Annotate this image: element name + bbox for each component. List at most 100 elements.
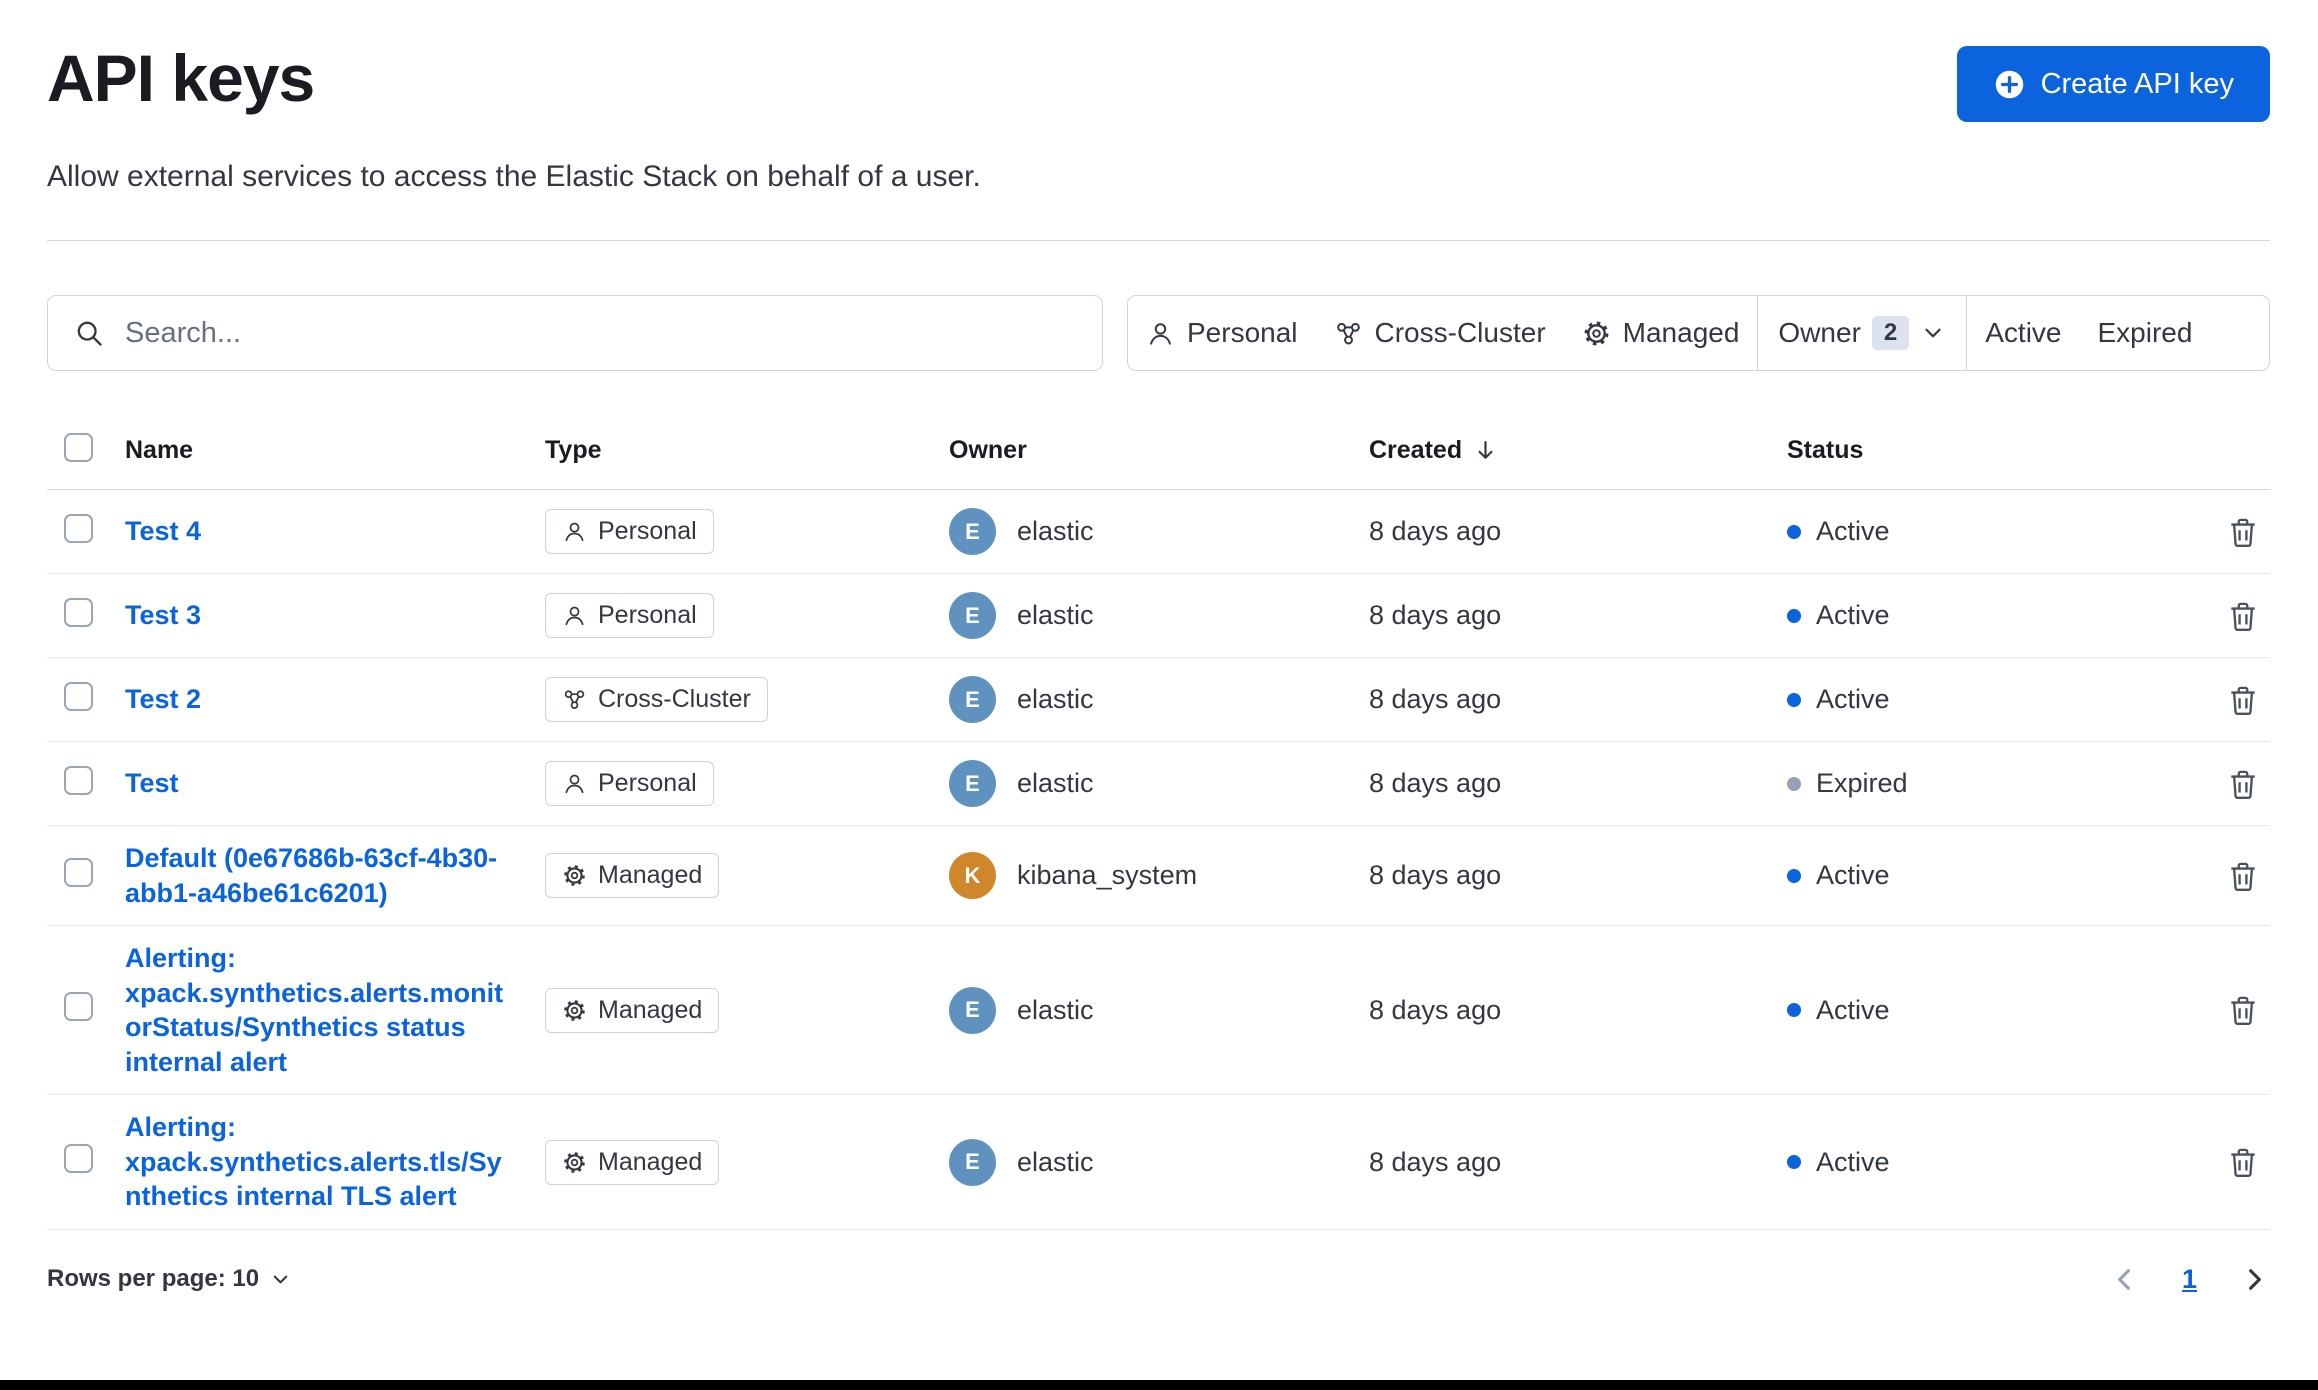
- status-dot: [1787, 868, 1801, 883]
- row-checkbox[interactable]: [64, 597, 93, 627]
- plus-circle-icon: [1993, 68, 2026, 101]
- page-header: API keys Create API key: [47, 40, 2270, 122]
- column-header-status: Status: [1787, 435, 1864, 464]
- table-row: Alerting: xpack.synthetics.alerts.tls/Sy…: [47, 1095, 2270, 1230]
- row-checkbox[interactable]: [64, 765, 93, 795]
- screen-bottom-bar: [0, 1380, 2318, 1390]
- owner-name: kibana_system: [1017, 860, 1198, 891]
- filter-active-label: Active: [1985, 317, 2062, 348]
- created-text: 8 days ago: [1369, 516, 1502, 546]
- trash-icon[interactable]: [2226, 683, 2260, 717]
- owner-avatar: E: [949, 760, 996, 807]
- type-badge: Personal: [545, 509, 714, 554]
- filter-cross-cluster-label: Cross-Cluster: [1374, 317, 1546, 348]
- api-key-name-link[interactable]: Test 2: [125, 682, 201, 717]
- created-text: 8 days ago: [1369, 1146, 1502, 1177]
- trash-icon[interactable]: [2226, 767, 2260, 801]
- api-key-name-link[interactable]: Alerting: xpack.synthetics.alerts.monito…: [125, 941, 517, 1079]
- filter-cross-cluster[interactable]: Cross-Cluster: [1316, 296, 1564, 370]
- chevron-right-icon[interactable]: [2239, 1264, 2270, 1295]
- type-badge: Managed: [545, 1139, 720, 1185]
- row-checkbox[interactable]: [64, 513, 93, 543]
- status-dot: [1787, 692, 1801, 707]
- filter-personal-label: Personal: [1187, 317, 1298, 348]
- column-header-type: Type: [545, 435, 602, 464]
- gear-icon: [562, 1150, 587, 1175]
- filter-expired[interactable]: Expired: [2080, 296, 2211, 370]
- owner-avatar: E: [949, 986, 996, 1034]
- api-key-name-link[interactable]: Test 4: [125, 514, 201, 549]
- table-row: Test Personal E elastic 8 days ago Expir…: [47, 742, 2270, 826]
- page-title: API keys: [47, 41, 315, 115]
- api-key-name-link[interactable]: Test 3: [125, 598, 201, 633]
- trash-icon[interactable]: [2226, 993, 2260, 1027]
- filter-owner-label: Owner: [1778, 317, 1861, 348]
- owner-avatar: E: [949, 592, 996, 639]
- type-badge: Personal: [545, 593, 714, 638]
- owner-name: elastic: [1017, 994, 1094, 1025]
- filter-managed[interactable]: Managed: [1564, 296, 1758, 370]
- filter-managed-label: Managed: [1622, 317, 1740, 348]
- row-checkbox[interactable]: [64, 1144, 93, 1174]
- row-checkbox[interactable]: [64, 681, 93, 711]
- filter-personal[interactable]: Personal: [1128, 296, 1316, 370]
- chevron-down-icon: [1920, 320, 1946, 346]
- type-badge: Cross-Cluster: [545, 677, 768, 722]
- row-checkbox[interactable]: [64, 857, 93, 887]
- rows-per-page-dropdown[interactable]: Rows per page: 10: [47, 1265, 292, 1293]
- trash-icon[interactable]: [2226, 859, 2260, 893]
- filter-expired-label: Expired: [2097, 317, 2193, 348]
- status-text: Active: [1816, 994, 1890, 1025]
- chevron-left-icon[interactable]: [2109, 1264, 2140, 1295]
- owner-name: elastic: [1017, 600, 1094, 630]
- created-text: 8 days ago: [1369, 860, 1502, 891]
- table-row: Default (0e67686b-63cf-4b30-abb1-a46be61…: [47, 826, 2270, 927]
- gear-icon: [562, 998, 587, 1023]
- column-header-created[interactable]: Created: [1369, 436, 1787, 465]
- create-api-key-button[interactable]: Create API key: [1956, 46, 2270, 122]
- arrow-down-icon: [1472, 437, 1499, 464]
- search-input[interactable]: [123, 315, 1076, 351]
- row-checkbox[interactable]: [64, 992, 93, 1022]
- filter-active[interactable]: Active: [1967, 296, 2079, 370]
- owner-avatar: E: [949, 676, 996, 723]
- status-text: Active: [1816, 1146, 1890, 1177]
- owner-name: elastic: [1017, 516, 1094, 546]
- trash-icon[interactable]: [2226, 1145, 2260, 1179]
- api-key-name-link[interactable]: Test: [125, 766, 179, 801]
- table-row: Alerting: xpack.synthetics.alerts.monito…: [47, 926, 2270, 1096]
- status-text: Active: [1816, 860, 1890, 891]
- owner-avatar: K: [949, 852, 996, 900]
- person-icon: [1146, 319, 1175, 348]
- trash-icon[interactable]: [2226, 599, 2260, 633]
- owner-count-badge: 2: [1871, 316, 1910, 350]
- cross-cluster-icon: [1334, 319, 1363, 348]
- filter-group: Personal Cross-Cluster Managed Owner 2 A…: [1127, 295, 2270, 371]
- status-dot: [1787, 776, 1801, 791]
- pagination: 1: [2109, 1264, 2270, 1295]
- person-icon: [562, 519, 587, 544]
- type-badge: Managed: [545, 853, 720, 899]
- gear-icon: [562, 863, 587, 888]
- api-key-name-link[interactable]: Alerting: xpack.synthetics.alerts.tls/Sy…: [125, 1110, 517, 1214]
- filter-owner-dropdown[interactable]: Owner 2: [1758, 296, 1966, 370]
- trash-icon[interactable]: [2226, 515, 2260, 549]
- api-keys-table: Name Type Owner Created Status Test 4 Pe…: [47, 425, 2270, 1230]
- status-text: Active: [1816, 684, 1890, 714]
- table-row: Test 2 Cross-Cluster E elastic 8 days ag…: [47, 658, 2270, 742]
- search-box: [47, 295, 1103, 371]
- table-controls: Personal Cross-Cluster Managed Owner 2: [47, 295, 2270, 371]
- divider: [47, 240, 2270, 241]
- status-text: Expired: [1816, 768, 1908, 798]
- select-all-checkbox[interactable]: [64, 433, 93, 462]
- page-number-1[interactable]: 1: [2182, 1264, 2197, 1295]
- api-key-name-link[interactable]: Default (0e67686b-63cf-4b30-abb1-a46be61…: [125, 841, 517, 910]
- table-footer: Rows per page: 10 1: [47, 1264, 2270, 1295]
- created-text: 8 days ago: [1369, 684, 1502, 714]
- cross-cluster-icon: [562, 687, 587, 712]
- created-text: 8 days ago: [1369, 768, 1502, 798]
- create-api-key-label: Create API key: [2040, 67, 2234, 100]
- gear-icon: [1582, 319, 1611, 348]
- column-header-name[interactable]: Name: [125, 436, 545, 465]
- type-badge: Personal: [545, 761, 714, 806]
